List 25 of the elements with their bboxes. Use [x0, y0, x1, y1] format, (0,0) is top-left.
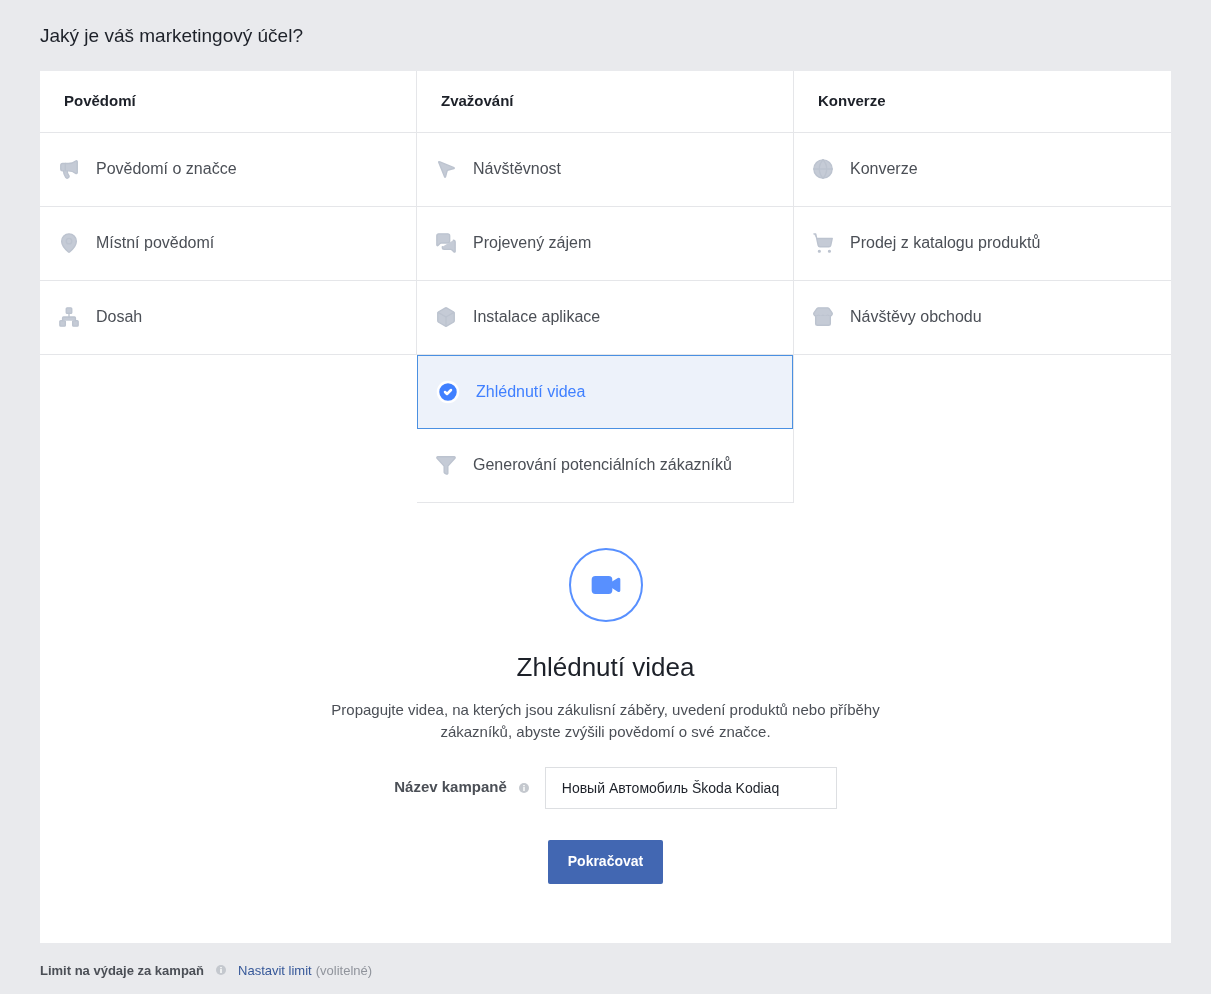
cursor-icon [435, 158, 457, 180]
cube-icon [435, 306, 457, 328]
cart-icon [812, 232, 834, 254]
field-label: Název kampaně [394, 777, 507, 798]
optional-note: (volitelné) [315, 961, 373, 980]
check-circle-icon [436, 379, 460, 404]
funnel-icon [435, 454, 457, 476]
objective-description: Propagujte videa, na kterých jsou zákulisní záběry, uvedení produktů nebo příběhy zákazníků, abyste zvýšili povědomí o své značce. [330, 699, 881, 742]
spend-limit-label: Limit na výdaje za kampaň [40, 961, 204, 980]
store-icon [812, 306, 834, 328]
objective-title: Zhlédnutí videa [516, 650, 695, 684]
continue-button[interactable]: Pokračovat [547, 839, 664, 884]
page-title: Jaký je váš marketingový účel? [40, 24, 304, 48]
column-heading: Zvažování [417, 70, 793, 133]
campaign-name-field[interactable]: Новый Автомобиль Škoda Kodiaq [544, 766, 837, 809]
network-icon [58, 306, 80, 328]
megaphone-icon [58, 158, 80, 180]
set-limit-link[interactable]: Nastavit limit [238, 960, 312, 980]
info-icon [518, 782, 529, 793]
column-heading: Povědomí [40, 70, 416, 133]
globe-icon [812, 158, 834, 180]
map-pin-icon [58, 232, 80, 254]
info-icon [216, 965, 226, 976]
column-heading: Konverze [794, 70, 1171, 133]
chat-icon [435, 232, 457, 254]
